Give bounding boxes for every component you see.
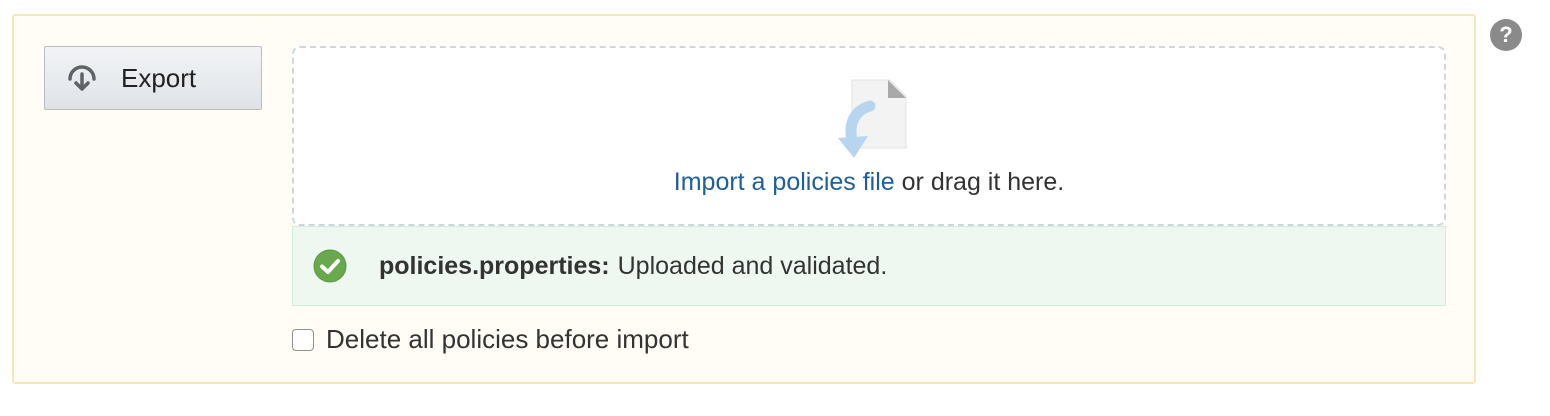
delete-all-label[interactable]: Delete all policies before import [326, 324, 689, 355]
delete-all-checkbox[interactable] [292, 328, 314, 351]
status-file-name: policies.properties: [379, 251, 610, 280]
delete-all-option[interactable]: Delete all policies before import [292, 324, 689, 355]
upload-status: policies.properties: Uploaded and valida… [292, 226, 1446, 306]
export-label: Export [121, 62, 197, 93]
export-button[interactable]: Export [44, 46, 262, 110]
import-file-link[interactable]: Import a policies file [674, 168, 895, 196]
dropzone-text: Import a policies file or drag it here. [294, 168, 1444, 197]
help-icon[interactable]: ? [1490, 19, 1522, 51]
dropzone-hint: or drag it here. [894, 168, 1065, 196]
file-download-icon [834, 78, 910, 162]
check-circle-icon [313, 249, 347, 283]
status-message: Uploaded and validated. [617, 251, 888, 280]
file-dropzone[interactable]: Import a policies file or drag it here. [292, 46, 1446, 226]
download-icon [65, 61, 99, 95]
